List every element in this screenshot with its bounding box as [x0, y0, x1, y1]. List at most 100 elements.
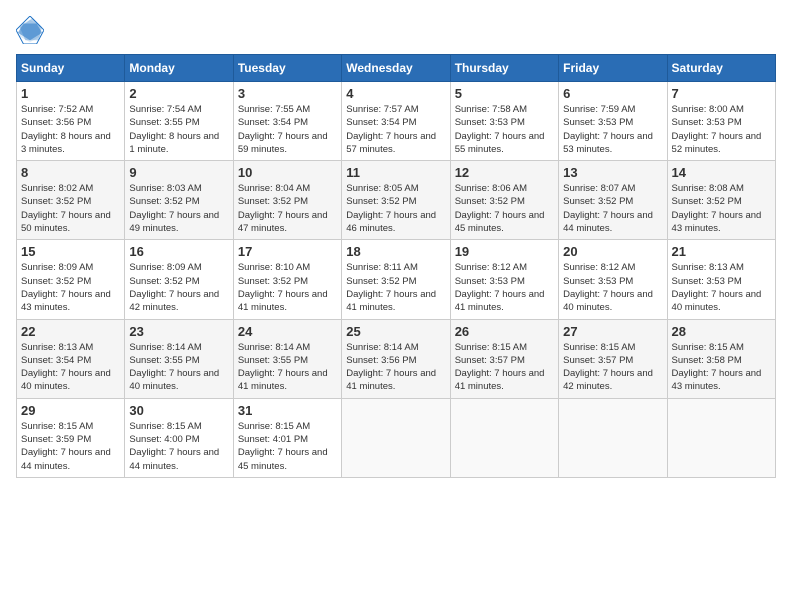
calendar-cell: 3 Sunrise: 7:55 AM Sunset: 3:54 PM Dayli… [233, 82, 341, 161]
calendar-cell: 29 Sunrise: 8:15 AM Sunset: 3:59 PM Dayl… [17, 398, 125, 477]
daylight-label: Daylight: 7 hours and [21, 210, 111, 221]
daylight-minutes: 42 minutes. [129, 302, 178, 313]
day-number: 14 [672, 165, 771, 180]
day-info: Sunrise: 8:09 AM Sunset: 3:52 PM Dayligh… [21, 261, 120, 314]
daylight-minutes: 57 minutes. [346, 144, 395, 155]
calendar-cell: 6 Sunrise: 7:59 AM Sunset: 3:53 PM Dayli… [559, 82, 667, 161]
day-number: 8 [21, 165, 120, 180]
daylight-label: Daylight: 7 hours and [672, 131, 762, 142]
daylight-minutes: 40 minutes. [21, 381, 70, 392]
day-info: Sunrise: 7:58 AM Sunset: 3:53 PM Dayligh… [455, 103, 554, 156]
calendar-cell: 17 Sunrise: 8:10 AM Sunset: 3:52 PM Dayl… [233, 240, 341, 319]
daylight-minutes: 40 minutes. [129, 381, 178, 392]
daylight-label: Daylight: 7 hours and [455, 210, 545, 221]
calendar-cell: 15 Sunrise: 8:09 AM Sunset: 3:52 PM Dayl… [17, 240, 125, 319]
day-number: 29 [21, 403, 120, 418]
daylight-minutes: 42 minutes. [563, 381, 612, 392]
daylight-minutes: 53 minutes. [563, 144, 612, 155]
calendar-cell: 12 Sunrise: 8:06 AM Sunset: 3:52 PM Dayl… [450, 161, 558, 240]
calendar-cell: 7 Sunrise: 8:00 AM Sunset: 3:53 PM Dayli… [667, 82, 775, 161]
daylight-minutes: 44 minutes. [21, 461, 70, 472]
daylight-minutes: 3 minutes. [21, 144, 65, 155]
daylight-label: Daylight: 7 hours and [129, 289, 219, 300]
day-info: Sunrise: 8:15 AM Sunset: 3:58 PM Dayligh… [672, 341, 771, 394]
day-number: 31 [238, 403, 337, 418]
daylight-minutes: 45 minutes. [455, 223, 504, 234]
day-info: Sunrise: 8:13 AM Sunset: 3:53 PM Dayligh… [672, 261, 771, 314]
daylight-label: Daylight: 7 hours and [672, 289, 762, 300]
day-info: Sunrise: 8:04 AM Sunset: 3:52 PM Dayligh… [238, 182, 337, 235]
weekday-header: Sunday [17, 55, 125, 82]
daylight-label: Daylight: 7 hours and [563, 210, 653, 221]
daylight-label: Daylight: 7 hours and [455, 289, 545, 300]
daylight-minutes: 41 minutes. [455, 302, 504, 313]
calendar-cell: 9 Sunrise: 8:03 AM Sunset: 3:52 PM Dayli… [125, 161, 233, 240]
day-info: Sunrise: 8:11 AM Sunset: 3:52 PM Dayligh… [346, 261, 445, 314]
day-number: 12 [455, 165, 554, 180]
daylight-label: Daylight: 7 hours and [563, 289, 653, 300]
daylight-label: Daylight: 7 hours and [672, 368, 762, 379]
calendar-cell [559, 398, 667, 477]
calendar-cell: 26 Sunrise: 8:15 AM Sunset: 3:57 PM Dayl… [450, 319, 558, 398]
daylight-minutes: 44 minutes. [563, 223, 612, 234]
calendar-cell: 27 Sunrise: 8:15 AM Sunset: 3:57 PM Dayl… [559, 319, 667, 398]
day-info: Sunrise: 8:15 AM Sunset: 3:59 PM Dayligh… [21, 420, 120, 473]
daylight-minutes: 41 minutes. [346, 302, 395, 313]
daylight-minutes: 47 minutes. [238, 223, 287, 234]
daylight-label: Daylight: 7 hours and [238, 447, 328, 458]
daylight-minutes: 49 minutes. [129, 223, 178, 234]
daylight-label: Daylight: 7 hours and [455, 131, 545, 142]
calendar-cell: 25 Sunrise: 8:14 AM Sunset: 3:56 PM Dayl… [342, 319, 450, 398]
day-number: 11 [346, 165, 445, 180]
day-info: Sunrise: 8:08 AM Sunset: 3:52 PM Dayligh… [672, 182, 771, 235]
logo [16, 16, 48, 44]
day-info: Sunrise: 8:06 AM Sunset: 3:52 PM Dayligh… [455, 182, 554, 235]
daylight-minutes: 41 minutes. [238, 302, 287, 313]
calendar-week-row: 8 Sunrise: 8:02 AM Sunset: 3:52 PM Dayli… [17, 161, 776, 240]
daylight-label: Daylight: 7 hours and [238, 131, 328, 142]
daylight-minutes: 40 minutes. [563, 302, 612, 313]
daylight-minutes: 52 minutes. [672, 144, 721, 155]
calendar-week-row: 22 Sunrise: 8:13 AM Sunset: 3:54 PM Dayl… [17, 319, 776, 398]
daylight-label: Daylight: 7 hours and [346, 289, 436, 300]
calendar-cell [450, 398, 558, 477]
day-number: 22 [21, 324, 120, 339]
daylight-minutes: 46 minutes. [346, 223, 395, 234]
calendar-week-row: 1 Sunrise: 7:52 AM Sunset: 3:56 PM Dayli… [17, 82, 776, 161]
daylight-label: Daylight: 7 hours and [563, 368, 653, 379]
day-number: 2 [129, 86, 228, 101]
daylight-minutes: 1 minute. [129, 144, 168, 155]
day-info: Sunrise: 8:14 AM Sunset: 3:55 PM Dayligh… [129, 341, 228, 394]
day-info: Sunrise: 8:14 AM Sunset: 3:56 PM Dayligh… [346, 341, 445, 394]
daylight-minutes: 44 minutes. [129, 461, 178, 472]
weekday-header: Monday [125, 55, 233, 82]
daylight-minutes: 41 minutes. [346, 381, 395, 392]
calendar-week-row: 29 Sunrise: 8:15 AM Sunset: 3:59 PM Dayl… [17, 398, 776, 477]
day-number: 24 [238, 324, 337, 339]
day-info: Sunrise: 8:07 AM Sunset: 3:52 PM Dayligh… [563, 182, 662, 235]
calendar-cell: 24 Sunrise: 8:14 AM Sunset: 3:55 PM Dayl… [233, 319, 341, 398]
day-number: 7 [672, 86, 771, 101]
calendar-cell: 18 Sunrise: 8:11 AM Sunset: 3:52 PM Dayl… [342, 240, 450, 319]
daylight-label: Daylight: 7 hours and [346, 210, 436, 221]
day-number: 30 [129, 403, 228, 418]
day-number: 27 [563, 324, 662, 339]
daylight-minutes: 43 minutes. [21, 302, 70, 313]
day-info: Sunrise: 7:55 AM Sunset: 3:54 PM Dayligh… [238, 103, 337, 156]
day-info: Sunrise: 8:15 AM Sunset: 3:57 PM Dayligh… [563, 341, 662, 394]
calendar-week-row: 15 Sunrise: 8:09 AM Sunset: 3:52 PM Dayl… [17, 240, 776, 319]
daylight-label: Daylight: 7 hours and [238, 368, 328, 379]
calendar-cell: 2 Sunrise: 7:54 AM Sunset: 3:55 PM Dayli… [125, 82, 233, 161]
day-number: 26 [455, 324, 554, 339]
daylight-minutes: 41 minutes. [238, 381, 287, 392]
day-info: Sunrise: 8:15 AM Sunset: 4:01 PM Dayligh… [238, 420, 337, 473]
calendar-cell [342, 398, 450, 477]
calendar-cell: 5 Sunrise: 7:58 AM Sunset: 3:53 PM Dayli… [450, 82, 558, 161]
daylight-label: Daylight: 7 hours and [238, 210, 328, 221]
day-number: 3 [238, 86, 337, 101]
daylight-minutes: 50 minutes. [21, 223, 70, 234]
daylight-minutes: 55 minutes. [455, 144, 504, 155]
calendar: SundayMondayTuesdayWednesdayThursdayFrid… [16, 54, 776, 478]
day-number: 28 [672, 324, 771, 339]
day-info: Sunrise: 8:09 AM Sunset: 3:52 PM Dayligh… [129, 261, 228, 314]
